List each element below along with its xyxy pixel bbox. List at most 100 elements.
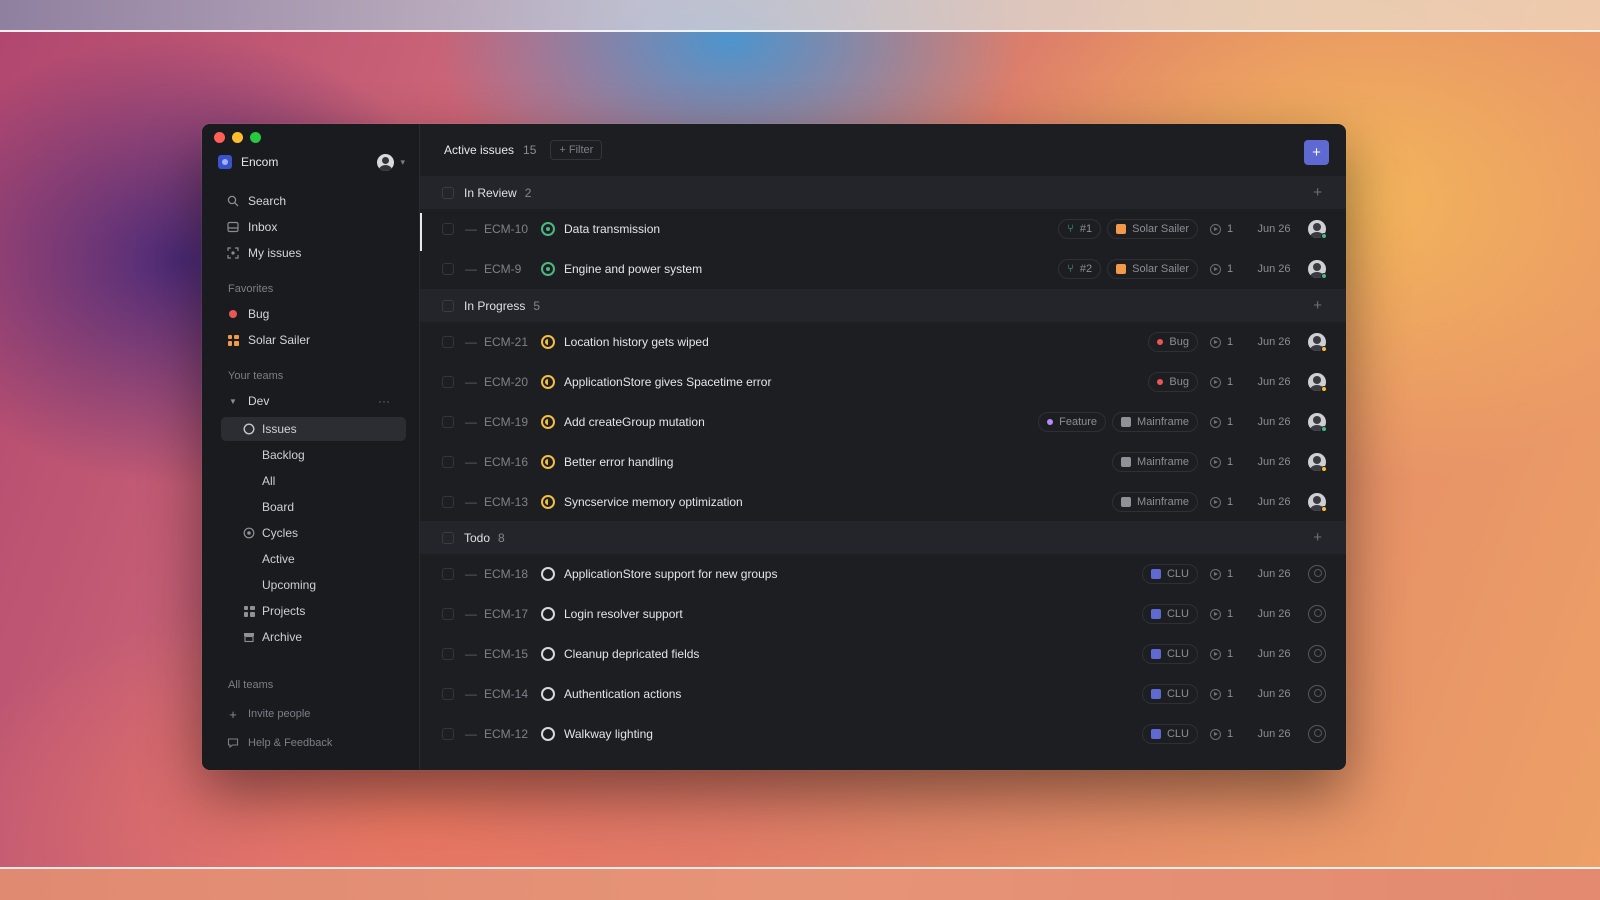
project-chip[interactable]: CLU — [1141, 724, 1198, 744]
group-header-todo[interactable]: Todo 8 + — [420, 521, 1346, 554]
no-priority-icon[interactable]: — — [465, 262, 477, 276]
estimate[interactable]: 1 — [1210, 456, 1240, 468]
no-priority-icon[interactable]: — — [465, 687, 477, 701]
cycles-active[interactable]: Active — [262, 549, 295, 569]
issue-select-checkbox[interactable] — [442, 456, 454, 468]
no-priority-icon[interactable]: — — [465, 647, 477, 661]
estimate[interactable]: 1 — [1210, 223, 1240, 235]
issue-row[interactable]: — ECM-21 Location history gets wiped Bug 1 Ju… — [420, 322, 1346, 362]
issue-select-checkbox[interactable] — [442, 496, 454, 508]
nav-inbox[interactable]: Inbox — [226, 217, 277, 237]
issue-row[interactable]: — ECM-19 Add createGroup mutation Feature Ma… — [420, 402, 1346, 442]
estimate[interactable]: 1 — [1210, 376, 1240, 388]
project-chip[interactable]: Mainframe — [1112, 452, 1198, 472]
issue-row[interactable]: — ECM-16 Better error handling Mainframe 1 Ju… — [420, 442, 1346, 482]
estimate[interactable]: 1 — [1210, 263, 1240, 275]
status-todo-icon[interactable] — [541, 567, 555, 581]
nav-my-issues[interactable]: My issues — [226, 243, 301, 263]
issue-row[interactable]: — ECM-9 Engine and power system ⑂ #2 Solar Sa… — [420, 249, 1346, 289]
favorite-bug[interactable]: Bug — [226, 304, 269, 324]
issue-select-checkbox[interactable] — [442, 608, 454, 620]
project-chip[interactable]: Solar Sailer — [1107, 259, 1198, 279]
workspace-switcher[interactable]: Encom ▾ — [218, 152, 405, 172]
nav-search[interactable]: Search — [226, 191, 286, 211]
issue-row[interactable]: — ECM-10 Data transmission ⑂ #1 Solar Sailer 1… — [420, 209, 1346, 249]
no-priority-icon[interactable]: — — [465, 607, 477, 621]
assignee-avatar[interactable] — [1308, 725, 1326, 743]
no-priority-icon[interactable]: — — [465, 455, 477, 469]
issue-select-checkbox[interactable] — [442, 568, 454, 580]
status-progress-icon[interactable] — [541, 495, 555, 509]
assignee-avatar[interactable] — [1308, 645, 1326, 663]
status-progress-icon[interactable] — [541, 455, 555, 469]
issue-row[interactable]: — ECM-17 Login resolver support CLU 1 Jun 26 — [420, 594, 1346, 634]
issue-row[interactable]: — ECM-20 ApplicationStore gives Spacetime … — [420, 362, 1346, 402]
project-chip[interactable]: Solar Sailer — [1107, 219, 1198, 239]
issue-select-checkbox[interactable] — [442, 648, 454, 660]
issue-select-checkbox[interactable] — [442, 376, 454, 388]
filter-button[interactable]: + Filter — [550, 140, 603, 160]
issue-row[interactable]: — ECM-13 Syncservice memory optimization Ma… — [420, 482, 1346, 522]
estimate[interactable]: 1 — [1210, 416, 1240, 428]
issue-row[interactable]: — ECM-12 Walkway lighting CLU 1 Jun 26 — [420, 714, 1346, 754]
zoom-window-button[interactable] — [250, 132, 261, 143]
issue-row[interactable]: — ECM-18 ApplicationStore support for new … — [420, 554, 1346, 594]
project-chip[interactable]: CLU — [1141, 604, 1198, 624]
issue-select-checkbox[interactable] — [442, 416, 454, 428]
project-chip[interactable]: CLU — [1141, 644, 1198, 664]
estimate[interactable]: 1 — [1210, 728, 1240, 740]
user-avatar[interactable] — [377, 153, 395, 171]
status-review-icon[interactable] — [541, 262, 555, 276]
label-chip[interactable]: Feature — [1038, 412, 1107, 432]
status-review-icon[interactable] — [541, 222, 555, 236]
invite-people-button[interactable]: + Invite people — [226, 704, 310, 724]
status-progress-icon[interactable] — [541, 335, 555, 349]
team-board[interactable]: Board — [262, 497, 294, 517]
project-chip[interactable]: Mainframe — [1112, 492, 1198, 512]
issue-select-checkbox[interactable] — [442, 263, 454, 275]
team-backlog[interactable]: Backlog — [262, 445, 305, 465]
estimate[interactable]: 1 — [1210, 496, 1240, 508]
team-all[interactable]: All — [262, 471, 275, 491]
team-issues[interactable]: Issues — [242, 419, 297, 439]
help-feedback-button[interactable]: Help & Feedback — [226, 733, 332, 753]
group-select-checkbox[interactable] — [442, 531, 454, 544]
status-todo-icon[interactable] — [541, 727, 555, 741]
status-progress-icon[interactable] — [541, 415, 555, 429]
close-window-button[interactable] — [214, 132, 225, 143]
estimate[interactable]: 1 — [1210, 568, 1240, 580]
project-chip[interactable]: CLU — [1141, 564, 1198, 584]
group-header-review[interactable]: In Review 2 + — [420, 176, 1346, 209]
no-priority-icon[interactable]: — — [465, 335, 477, 349]
team-cycles[interactable]: Cycles — [242, 523, 298, 543]
no-priority-icon[interactable]: — — [465, 415, 477, 429]
no-priority-icon[interactable]: — — [465, 222, 477, 236]
no-priority-icon[interactable]: — — [465, 727, 477, 741]
assignee-avatar[interactable] — [1308, 565, 1326, 583]
minimize-window-button[interactable] — [232, 132, 243, 143]
favorite-solar-sailer[interactable]: Solar Sailer — [226, 330, 310, 350]
estimate[interactable]: 1 — [1210, 688, 1240, 700]
group-select-checkbox[interactable] — [442, 299, 454, 312]
group-select-checkbox[interactable] — [442, 186, 454, 199]
group-header-progress[interactable]: In Progress 5 + — [420, 289, 1346, 322]
issue-select-checkbox[interactable] — [442, 336, 454, 348]
add-issue-icon[interactable]: + — [1313, 184, 1322, 201]
team-archive[interactable]: Archive — [242, 627, 302, 647]
estimate[interactable]: 1 — [1210, 608, 1240, 620]
label-chip[interactable]: Bug — [1148, 332, 1198, 352]
status-progress-icon[interactable] — [541, 375, 555, 389]
add-issue-icon[interactable]: + — [1313, 297, 1322, 314]
no-priority-icon[interactable]: — — [465, 495, 477, 509]
pull-request-chip[interactable]: ⑂ #2 — [1058, 259, 1102, 279]
project-chip[interactable]: CLU — [1141, 684, 1198, 704]
no-priority-icon[interactable]: — — [465, 375, 477, 389]
status-todo-icon[interactable] — [541, 647, 555, 661]
assignee-avatar[interactable] — [1308, 685, 1326, 703]
issue-row[interactable]: — ECM-15 Cleanup depricated fields CLU 1 Jun … — [420, 634, 1346, 674]
no-priority-icon[interactable]: — — [465, 567, 477, 581]
chevron-down-icon[interactable]: ▾ — [400, 157, 405, 168]
team-projects[interactable]: Projects — [242, 601, 305, 621]
project-chip[interactable]: Mainframe — [1112, 412, 1198, 432]
assignee-avatar[interactable] — [1308, 605, 1326, 623]
